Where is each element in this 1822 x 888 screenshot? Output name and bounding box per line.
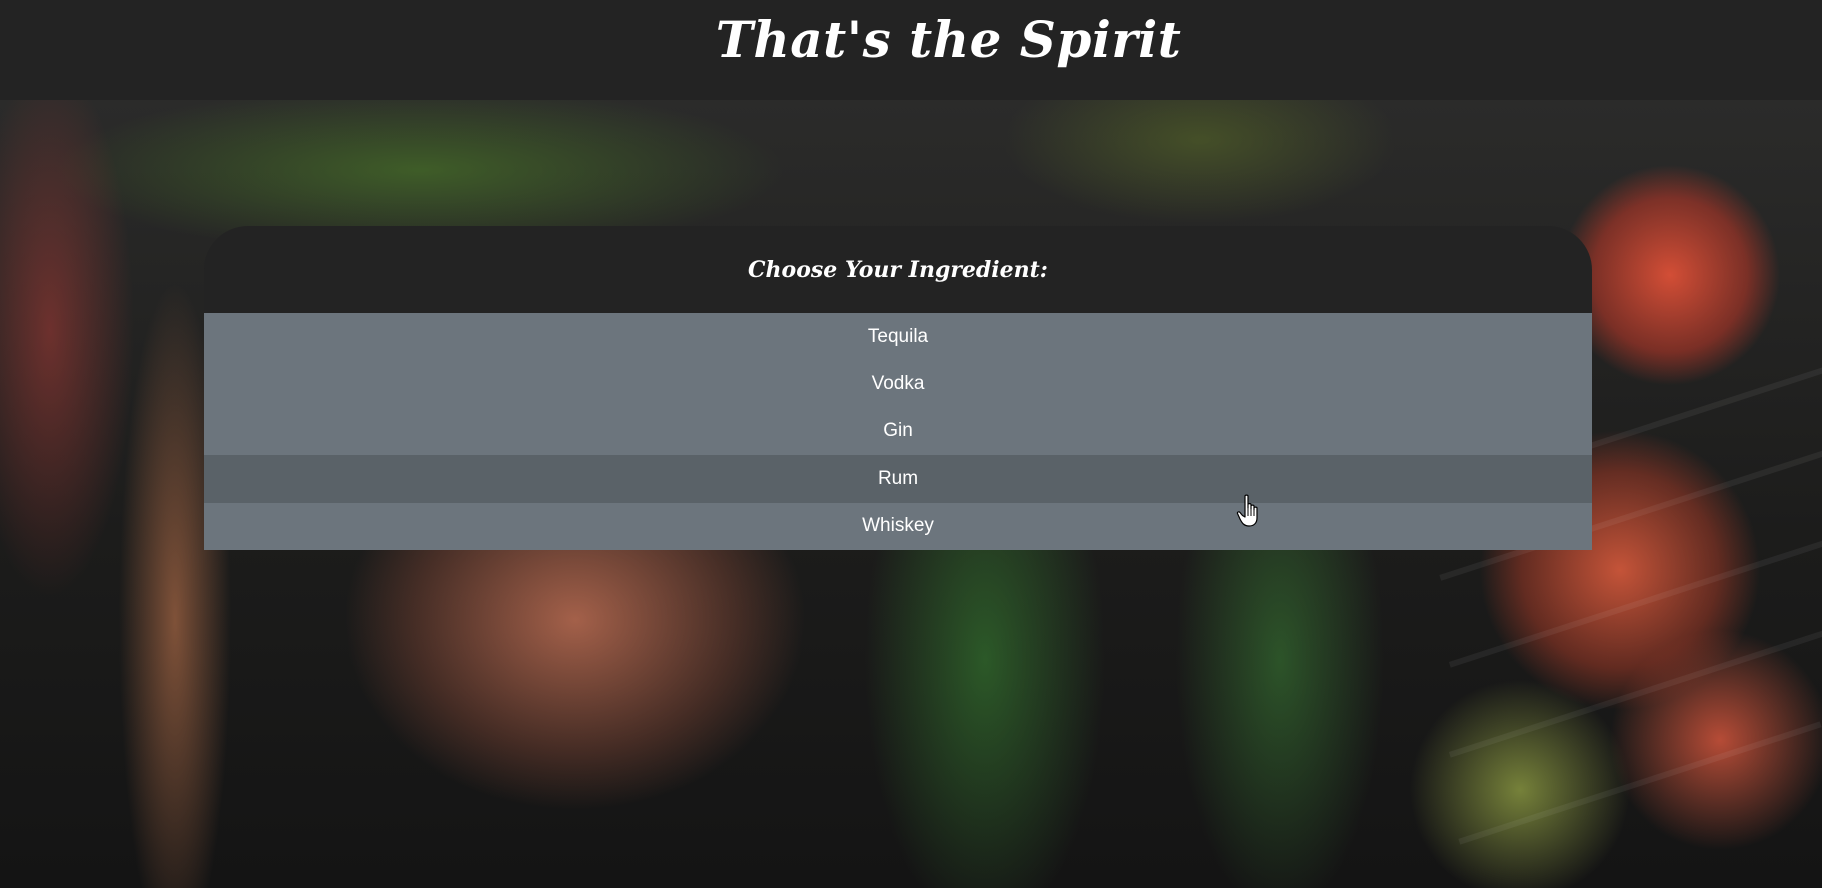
ingredient-list: Tequila Vodka Gin Rum Whiskey <box>204 313 1592 550</box>
ingredient-option-vodka[interactable]: Vodka <box>204 360 1592 407</box>
site-title: That's the Spirit <box>715 9 1182 69</box>
hand-pointer-icon <box>1236 494 1258 527</box>
ingredient-option-whiskey[interactable]: Whiskey <box>204 503 1592 550</box>
ingredient-picker-header: Choose Your Ingredient: <box>204 226 1592 314</box>
ingredient-option-gin[interactable]: Gin <box>204 408 1592 455</box>
site-header: That's the Spirit <box>0 0 1822 100</box>
ingredient-picker-title: Choose Your Ingredient: <box>748 257 1048 283</box>
ingredient-option-tequila[interactable]: Tequila <box>204 313 1592 360</box>
ingredient-option-rum[interactable]: Rum <box>204 455 1592 503</box>
